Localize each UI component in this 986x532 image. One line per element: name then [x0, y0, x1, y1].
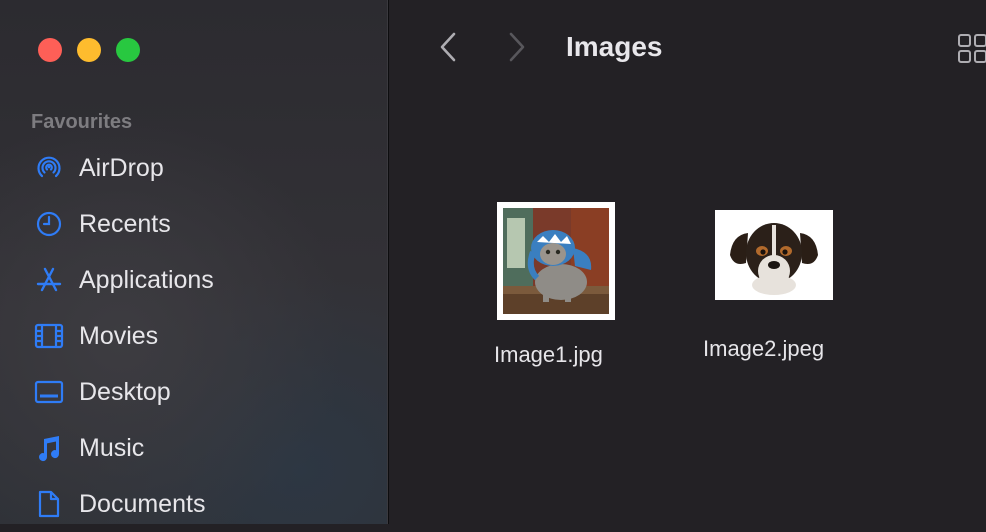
chevron-right-icon: [507, 31, 527, 68]
desktop-icon: [34, 377, 64, 407]
sidebar-section-favourites: Favourites: [31, 111, 133, 133]
music-note-icon: [34, 433, 64, 463]
chevron-left-icon: [438, 31, 458, 68]
zoom-button[interactable]: [116, 38, 140, 62]
sidebar-item-desktop[interactable]: Desktop: [0, 364, 388, 420]
sidebar-item-airdrop[interactable]: AirDrop: [0, 140, 388, 196]
document-icon: [34, 489, 64, 519]
file-name: Image1.jpg: [494, 342, 603, 367]
forward-button[interactable]: [502, 31, 532, 68]
sidebar-item-label: Applications: [79, 265, 214, 294]
clock-icon: [34, 209, 64, 239]
file-item[interactable]: Image2.jpeg: [694, 190, 854, 380]
file-name: Image2.jpeg: [703, 336, 825, 361]
sidebar: Favourites AirDrop Recents Applications …: [0, 0, 389, 524]
close-button[interactable]: [38, 38, 62, 62]
sidebar-item-recents[interactable]: Recents: [0, 196, 388, 252]
minimize-button[interactable]: [77, 38, 101, 62]
sidebar-item-label: Desktop: [79, 377, 171, 406]
grid-view-icon: [958, 34, 986, 68]
file-thumbnail-cat: [497, 202, 615, 320]
sidebar-item-label: Documents: [79, 489, 206, 518]
sidebar-item-label: AirDrop: [79, 153, 164, 182]
airdrop-icon: [34, 153, 64, 183]
sidebar-item-label: Movies: [79, 321, 159, 350]
file-item[interactable]: Image1.jpg: [484, 190, 624, 380]
window-title: Images: [566, 31, 663, 62]
film-icon: [34, 321, 64, 351]
window-controls: [38, 38, 140, 62]
applications-icon: [34, 265, 64, 295]
grid-view-button[interactable]: [958, 34, 986, 64]
sidebar-item-music[interactable]: Music: [0, 420, 388, 476]
sidebar-item-movies[interactable]: Movies: [0, 308, 388, 364]
main-content: Images Image1.jpg Image2.jpeg: [389, 0, 986, 524]
sidebar-item-label: Recents: [79, 209, 171, 238]
sidebar-item-label: Music: [79, 433, 145, 462]
back-button[interactable]: [433, 31, 463, 68]
sidebar-item-applications[interactable]: Applications: [0, 252, 388, 308]
file-thumbnail-puppy: [715, 210, 833, 300]
